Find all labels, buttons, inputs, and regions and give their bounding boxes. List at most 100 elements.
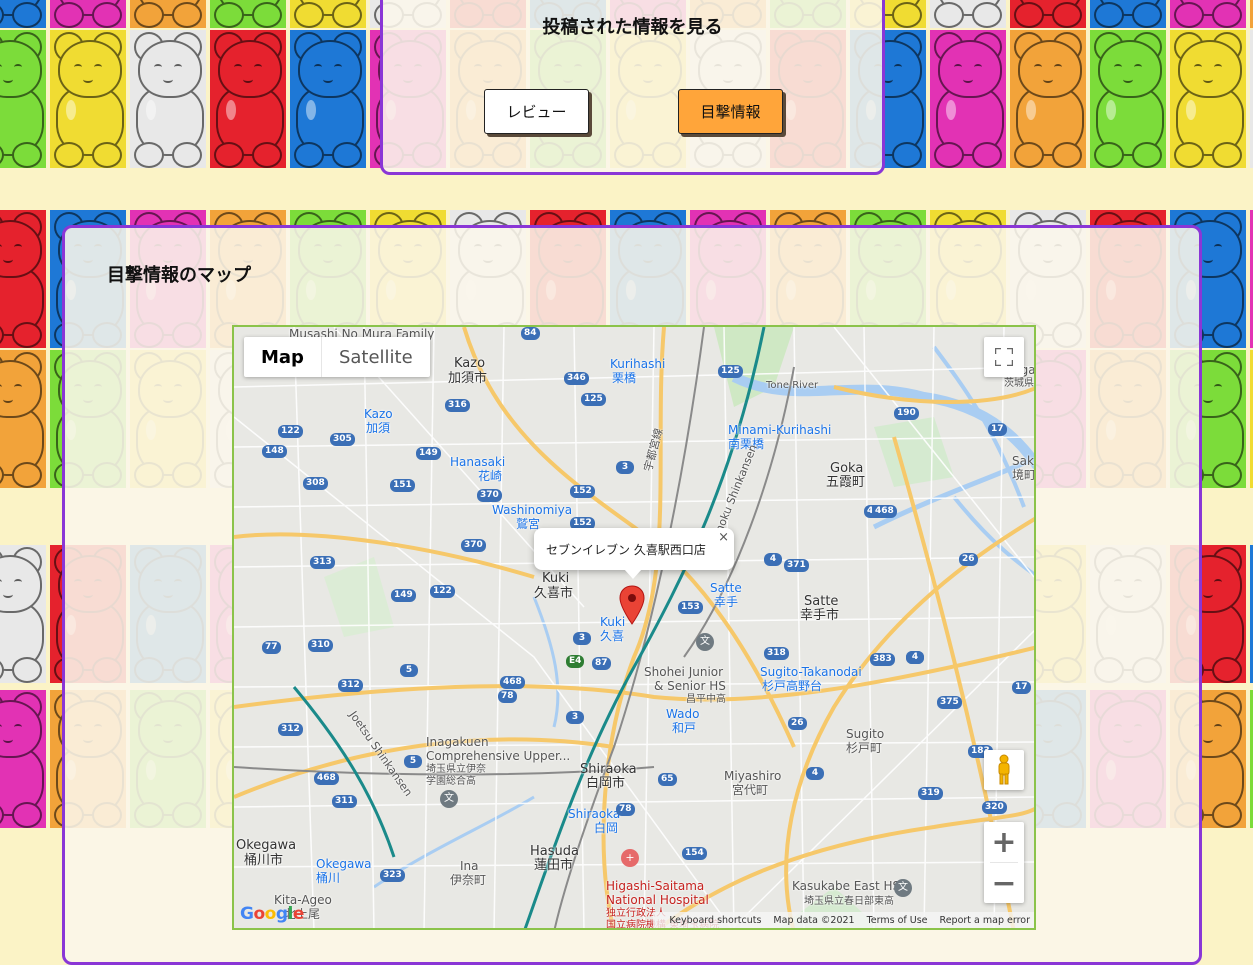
terms-of-use-link[interactable]: Terms of Use [867, 915, 928, 926]
map-info-window: セブンイレブン 久喜駅西口店 × [534, 528, 734, 579]
gummy-bear [50, 30, 126, 168]
route-shield: 26 [959, 553, 978, 566]
map-label-tone-river: Tone River [766, 380, 819, 391]
google-logo-letter: o [264, 904, 277, 924]
keyboard-shortcuts-link[interactable]: Keyboard shortcuts [669, 915, 761, 926]
route-shield: E4 [566, 655, 585, 668]
route-shield: 122 [278, 425, 303, 438]
route-shield: 5 [400, 664, 418, 677]
route-shield: 149 [391, 589, 416, 602]
route-shield: 371 [784, 559, 809, 572]
route-shield: 318 [764, 647, 789, 660]
map-label-satte-st-en: Satte [710, 581, 742, 595]
route-shield: 26 [788, 717, 807, 730]
map-label-kazo-en: Kazo [454, 356, 486, 371]
map-label-shohei-jp: 昌平中高 [686, 694, 726, 705]
gummy-bear [1010, 0, 1086, 28]
map-label-sugito-en: Sugito-Takanodai [760, 665, 862, 679]
map-label-shiraoka-st-jp: 白岡 [594, 821, 619, 835]
map-label-kurihashi-jp: 栗橋 [612, 371, 637, 385]
route-shield: 148 [262, 445, 287, 458]
route-shield: 78 [498, 690, 517, 703]
route-shield: 346 [564, 372, 589, 385]
map-type-toggle: Map Satellite [244, 337, 430, 377]
school-poi-icon[interactable]: 文 [440, 790, 458, 808]
map-label-sugito-town-jp: 杉戸町 [846, 741, 883, 755]
route-shield: 151 [390, 479, 415, 492]
map-label-minami-kurihashi-en: Minami-Kurihashi [728, 423, 832, 437]
google-logo-letter: g [275, 904, 288, 924]
pegman-icon [998, 754, 1010, 785]
route-shield: 468 [500, 676, 525, 689]
page: { "top_panel": { "title": "投稿された情報を見る", … [0, 0, 1253, 965]
zoom-control: + − [984, 822, 1024, 903]
route-shield: 78 [616, 803, 635, 816]
route-shield: 312 [278, 723, 303, 736]
fullscreen-icon [995, 348, 1013, 366]
street-view-pegman-button[interactable] [984, 750, 1024, 790]
map-label-hanasaki-en: Hanasaki [450, 455, 506, 469]
map-label-ina-en: Ina [460, 859, 479, 873]
map-label-shohei-1: Shohei Junior [644, 665, 724, 679]
route-shield: 312 [338, 679, 363, 692]
map-label-washinomiya-en: Washinomiya [492, 503, 573, 517]
map-footer: Keyboard shortcuts Map data ©2021 Terms … [653, 912, 1034, 928]
route-shield: 125 [718, 365, 743, 378]
map-label-sugito-town-en: Sugito [846, 727, 885, 741]
zoom-out-button[interactable]: − [984, 863, 1024, 903]
route-shield: 149 [416, 447, 441, 460]
gummy-bear [0, 0, 46, 28]
gummy-bear [1010, 30, 1086, 168]
route-shield: 3 [616, 461, 634, 474]
map-label-wado-en: Wado [666, 707, 700, 721]
school-poi-icon[interactable]: 文 [894, 879, 912, 897]
review-button[interactable]: レビュー [484, 89, 589, 134]
map-label-ina-jp: 伊奈町 [450, 873, 487, 887]
gummy-bear [290, 30, 366, 168]
gummy-bear [0, 210, 46, 348]
route-shield: 4 [806, 767, 824, 780]
route-shield: 154 [682, 847, 707, 860]
route-shield: 370 [461, 539, 486, 552]
map-label-kuki-city-en: Kuki [542, 571, 570, 586]
map-marker-pin-icon[interactable] [619, 585, 645, 625]
gummy-bear [210, 30, 286, 168]
posted-info-panel: 投稿された情報を見る レビュー 目撃情報 [380, 0, 885, 175]
map-label-satte-city-jp: 幸手市 [800, 608, 840, 623]
report-map-error-link[interactable]: Report a map error [940, 915, 1030, 926]
route-shield: 370 [477, 489, 502, 502]
map-label-satte-city-en: Satte [804, 594, 839, 609]
hospital-poi-icon[interactable]: + [621, 849, 639, 867]
route-shield: 383 [870, 653, 895, 666]
fullscreen-button[interactable] [984, 337, 1024, 377]
map-type-satellite-button[interactable]: Satellite [322, 337, 430, 377]
map-label-shiraoka-jp: 白岡市 [586, 776, 626, 791]
map-label-shohei-2: & Senior HS [654, 679, 726, 693]
gummy-bear [1170, 30, 1246, 168]
map-label-kasukabe-east-en: Kasukabe East HS [792, 879, 901, 893]
map-type-map-button[interactable]: Map [244, 337, 322, 377]
info-window-close-icon[interactable]: × [718, 530, 729, 545]
route-shield: 3 [566, 711, 584, 724]
gummy-bear [1170, 0, 1246, 28]
gummy-bear [930, 0, 1006, 28]
sighting-button[interactable]: 目撃情報 [678, 89, 783, 134]
info-window-text: セブンイレブン 久喜駅西口店 [546, 543, 706, 557]
gummy-bear [130, 30, 206, 168]
route-shield: 310 [308, 639, 333, 652]
map-label-okegawa-jp: 桶川市 [244, 853, 284, 868]
school-poi-icon[interactable]: 文 [696, 633, 714, 651]
map-label-sakai-jp: 境町 [1012, 468, 1036, 482]
map-label-kazo-jp: 加須市 [448, 371, 488, 386]
map-label-shiraoka-en: Shiraoka [580, 762, 637, 777]
zoom-in-button[interactable]: + [984, 822, 1024, 862]
map-label-hospital-2: National Hospital [606, 893, 709, 907]
google-logo[interactable]: Google [240, 904, 304, 924]
google-map[interactable]: Musashi No Mura Family Kazo 加須市 Kazo 加須 … [232, 325, 1036, 930]
route-shield: 468 [872, 505, 897, 518]
map-label-okegawa-st-en: Okegawa [316, 857, 372, 871]
route-shield: 152 [570, 485, 595, 498]
map-label-goka-en: Goka [830, 461, 864, 476]
map-data-text: Map data ©2021 [773, 914, 855, 926]
route-shield: 468 [314, 772, 339, 785]
